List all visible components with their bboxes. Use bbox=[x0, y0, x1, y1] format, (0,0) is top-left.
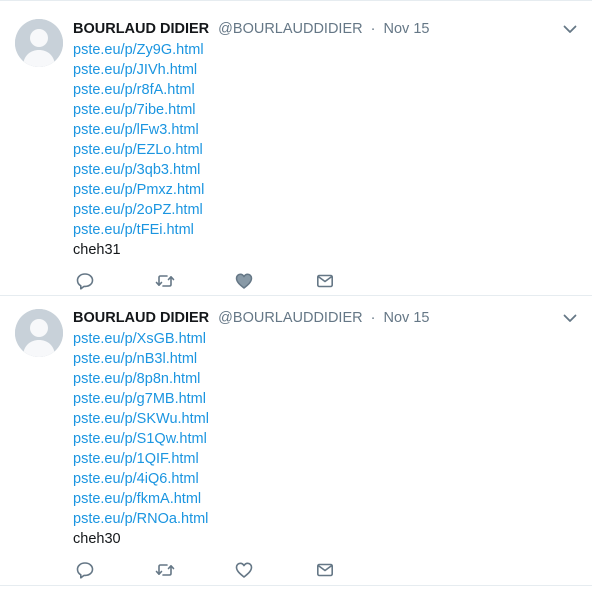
retweet-icon[interactable] bbox=[155, 560, 175, 580]
link[interactable]: pste.eu/p/Pmxz.html bbox=[73, 180, 204, 200]
link[interactable]: pste.eu/p/nB3l.html bbox=[73, 349, 209, 369]
chevron-down-icon[interactable] bbox=[562, 310, 578, 326]
username[interactable]: @BOURLAUDDIDIER bbox=[218, 310, 362, 326]
tweet-header: BOURLAUD DIDIER @BOURLAUDDIDIER · Nov 15 bbox=[73, 19, 429, 39]
link[interactable]: pste.eu/p/S1Qw.html bbox=[73, 429, 209, 449]
timestamp[interactable]: Nov 15 bbox=[384, 310, 430, 326]
direct-message-icon[interactable] bbox=[315, 560, 335, 580]
link[interactable]: pste.eu/p/RNOa.html bbox=[73, 509, 209, 529]
timeline: BOURLAUD DIDIER @BOURLAUDDIDIER · Nov 15… bbox=[0, 0, 592, 593]
timestamp[interactable]: Nov 15 bbox=[384, 21, 430, 37]
link[interactable]: pste.eu/p/tFEi.html bbox=[73, 220, 204, 240]
link[interactable]: pste.eu/p/fkmA.html bbox=[73, 489, 209, 509]
retweet-icon[interactable] bbox=[155, 271, 175, 291]
link[interactable]: pste.eu/p/EZLo.html bbox=[73, 140, 204, 160]
link[interactable]: pste.eu/p/1QIF.html bbox=[73, 449, 209, 469]
direct-message-icon[interactable] bbox=[315, 271, 335, 291]
reply-icon[interactable] bbox=[75, 271, 95, 291]
username[interactable]: @BOURLAUDDIDIER bbox=[218, 21, 362, 37]
avatar[interactable] bbox=[15, 309, 63, 357]
separator: · bbox=[370, 310, 376, 326]
link[interactable]: pste.eu/p/r8fA.html bbox=[73, 80, 204, 100]
link[interactable]: pste.eu/p/Zy9G.html bbox=[73, 40, 204, 60]
separator: · bbox=[370, 21, 376, 37]
link[interactable]: pste.eu/p/8p8n.html bbox=[73, 369, 209, 389]
link[interactable]: pste.eu/p/2oPZ.html bbox=[73, 200, 204, 220]
fullname[interactable]: BOURLAUD DIDIER bbox=[73, 310, 209, 326]
link[interactable]: pste.eu/p/XsGB.html bbox=[73, 329, 209, 349]
link[interactable]: pste.eu/p/JIVh.html bbox=[73, 60, 204, 80]
tweet-text: pste.eu/p/Zy9G.html pste.eu/p/JIVh.html … bbox=[73, 40, 204, 260]
heart-icon[interactable] bbox=[234, 271, 254, 291]
tweet-tag-text: cheh31 bbox=[73, 242, 121, 258]
link[interactable]: pste.eu/p/lFw3.html bbox=[73, 120, 204, 140]
link[interactable]: pste.eu/p/4iQ6.html bbox=[73, 469, 209, 489]
heart-icon[interactable] bbox=[234, 560, 254, 580]
tweet-actions bbox=[73, 271, 373, 291]
fullname[interactable]: BOURLAUD DIDIER bbox=[73, 21, 209, 37]
tweet-text: pste.eu/p/XsGB.html pste.eu/p/nB3l.html … bbox=[73, 329, 209, 549]
link[interactable]: pste.eu/p/g7MB.html bbox=[73, 389, 209, 409]
link[interactable]: pste.eu/p/7ibe.html bbox=[73, 100, 204, 120]
chevron-down-icon[interactable] bbox=[562, 21, 578, 37]
reply-icon[interactable] bbox=[75, 560, 95, 580]
tweet[interactable]: BOURLAUD DIDIER @BOURLAUDDIDIER · Nov 15… bbox=[0, 0, 592, 296]
tweet-header: BOURLAUD DIDIER @BOURLAUDDIDIER · Nov 15 bbox=[73, 308, 429, 328]
tweet-actions bbox=[73, 560, 373, 580]
link[interactable]: pste.eu/p/SKWu.html bbox=[73, 409, 209, 429]
link[interactable]: pste.eu/p/3qb3.html bbox=[73, 160, 204, 180]
tweet-tag-text: cheh30 bbox=[73, 531, 121, 547]
tweet[interactable]: BOURLAUD DIDIER @BOURLAUDDIDIER · Nov 15… bbox=[0, 296, 592, 586]
avatar[interactable] bbox=[15, 19, 63, 67]
